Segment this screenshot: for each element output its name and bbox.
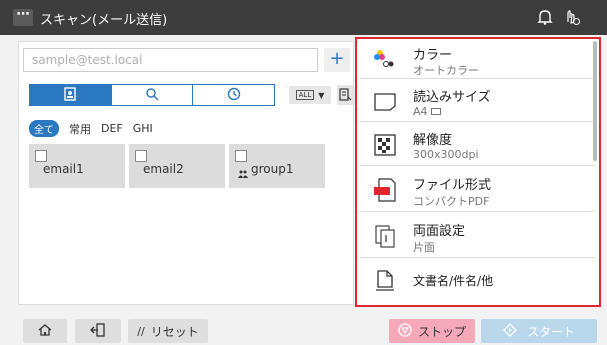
page-title: スキャン(メール送信): [40, 13, 168, 28]
view-select-value: ALL: [295, 90, 315, 100]
destination-label: email1: [43, 162, 84, 176]
top-bar: ⋯ スキャン(メール送信): [0, 0, 607, 35]
home-button[interactable]: [23, 319, 67, 343]
setting-label: ファイル形式: [413, 178, 492, 193]
checkbox[interactable]: [135, 150, 147, 162]
start-button[interactable]: スタート: [481, 319, 597, 343]
destination-label: group1: [251, 162, 294, 176]
settings-scrollbar[interactable]: [593, 41, 597, 161]
chevron-down-icon: ▼: [318, 90, 325, 100]
address-book-icon: [64, 86, 77, 104]
destination-panel: + ALL ▼ 全て 常用 DEF GHI: [18, 41, 354, 305]
checkbox[interactable]: [235, 150, 247, 162]
tab-address-book[interactable]: [30, 85, 112, 105]
setting-label: 読込みサイズ: [413, 90, 491, 105]
destination-item[interactable]: email1: [29, 144, 125, 188]
settings-panel: カラー オートカラー 読込みサイズ A4 解像度 300x300dpi ファイル…: [355, 37, 601, 307]
start-label: スタート: [526, 324, 575, 339]
detail-icon: [337, 88, 353, 109]
setting-label: 解像度: [413, 133, 453, 148]
detail-view-button[interactable]: [337, 85, 353, 105]
document-icon: [373, 269, 397, 293]
menu-button[interactable]: ⋯: [13, 8, 33, 26]
setting-value: A4: [413, 105, 442, 118]
group-icon: [238, 170, 248, 181]
stop-label: ストップ: [417, 324, 466, 339]
setting-value-text: A4: [413, 105, 428, 118]
filter-frequent[interactable]: 常用: [69, 121, 91, 137]
index-filters: 全て 常用 DEF GHI: [29, 120, 153, 137]
filter-ghi[interactable]: GHI: [133, 122, 153, 135]
destination-list: email1 email2 group1: [29, 144, 325, 188]
search-icon: [145, 87, 159, 104]
resolution-icon: [373, 133, 397, 157]
setting-document-name[interactable]: 文書名/件名/他: [359, 259, 595, 303]
logout-button[interactable]: [75, 319, 121, 343]
start-icon: [503, 322, 517, 340]
setting-file-type[interactable]: ファイル形式 コンパクトPDF: [359, 167, 595, 212]
checkbox[interactable]: [35, 150, 47, 162]
filter-all[interactable]: 全て: [29, 120, 59, 137]
home-icon: [37, 323, 53, 340]
setting-label: 文書名/件名/他: [413, 274, 494, 288]
view-select[interactable]: ALL ▼: [289, 86, 331, 104]
destination-item[interactable]: email2: [129, 144, 225, 188]
setting-label: カラー: [413, 48, 453, 63]
stop-icon: [398, 322, 412, 340]
color-icon: [373, 46, 397, 70]
destination-label: email2: [143, 162, 184, 176]
paper-size-icon: [373, 90, 397, 114]
destination-item[interactable]: group1: [229, 144, 325, 188]
setting-color[interactable]: カラー オートカラー: [359, 41, 595, 79]
setting-duplex[interactable]: 両面設定 片面: [359, 213, 595, 258]
setting-value: 片面: [413, 241, 435, 254]
setting-value: コンパクトPDF: [413, 195, 490, 208]
setting-label: 両面設定: [413, 224, 466, 239]
reset-button[interactable]: ∕∕ リセット: [128, 319, 208, 343]
stop-button[interactable]: ストップ: [389, 319, 475, 343]
duplex-icon: [373, 224, 397, 248]
reset-icon: ∕∕: [137, 324, 145, 338]
reset-label: リセット: [150, 324, 199, 339]
tab-search[interactable]: [111, 85, 194, 105]
logout-icon: [90, 322, 106, 340]
landscape-paper-icon: [431, 105, 442, 118]
add-address-button[interactable]: +: [324, 48, 350, 72]
setting-value: オートカラー: [413, 64, 479, 77]
setting-scan-size[interactable]: 読込みサイズ A4: [359, 80, 595, 122]
filter-def[interactable]: DEF: [101, 122, 123, 135]
address-input[interactable]: [23, 48, 318, 72]
bell-icon[interactable]: [536, 8, 554, 26]
touch-info-icon[interactable]: [563, 8, 581, 26]
pdf-icon: [373, 177, 397, 202]
tab-history[interactable]: [193, 85, 275, 105]
setting-value: 300x300dpi: [413, 148, 479, 161]
destination-tabs: [29, 84, 275, 106]
history-icon: [227, 87, 241, 104]
setting-resolution[interactable]: 解像度 300x300dpi: [359, 123, 595, 166]
